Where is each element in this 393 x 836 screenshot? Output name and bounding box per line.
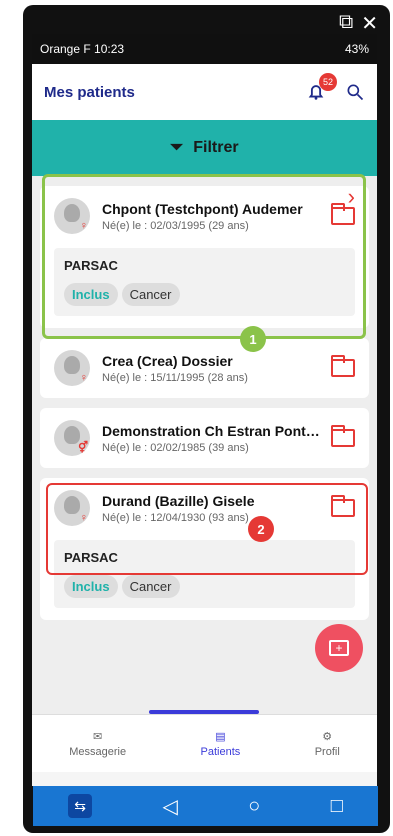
nav-profil[interactable]: ⚙ Profil <box>315 730 340 758</box>
back-icon[interactable]: ◁ <box>163 794 178 819</box>
external-window-icon[interactable]: ⧉ <box>339 11 353 36</box>
window-actions: ⧉ ✕ <box>339 11 378 36</box>
filter-label: Filtrer <box>193 139 239 156</box>
battery: 43% <box>344 42 369 56</box>
page-title: Mes patients <box>44 83 135 101</box>
birth-date: Né(e) le : 02/02/1985 (39 ans) <box>102 441 249 454</box>
document-icon: ▤ <box>215 730 226 743</box>
filter-button[interactable]: ⏷ Filtrer <box>32 120 377 176</box>
annotation-number-1: 1 <box>240 326 266 352</box>
bottom-navigation: ✉ Messagerie ▤ Patients ⚙ Profil <box>32 714 377 772</box>
remote-control-bar: ⇆ ◁ ○ □ <box>33 786 378 826</box>
search-icon[interactable] <box>345 82 365 102</box>
notification-badge: 52 <box>319 73 337 91</box>
home-icon[interactable]: ○ <box>248 795 260 818</box>
add-folder-icon: + <box>329 640 349 656</box>
mail-icon: ✉ <box>93 730 103 743</box>
birth-date: Né(e) le : 15/11/1995 (28 ans) <box>102 371 248 384</box>
phone-screen: Orange F 10:23 43% Mes patients 52 ⏷ Fil… <box>32 34 377 786</box>
folder-icon[interactable] <box>331 355 355 377</box>
annotation-box-red <box>46 483 368 575</box>
square-icon[interactable]: □ <box>331 795 343 818</box>
patient-card[interactable]: ⚥ Demonstration Ch Estran Pont… Né(e) le… <box>40 408 369 468</box>
patient-name: Crea (Crea) Dossier <box>102 352 233 369</box>
header-icons: 52 <box>305 73 365 103</box>
close-icon[interactable]: ✕ <box>361 11 378 36</box>
tag-inclus: Inclus <box>64 575 118 598</box>
annotation-box-green <box>42 174 366 339</box>
annotation-number-2: 2 <box>248 516 274 542</box>
filter-icon: ⏷ <box>170 139 184 156</box>
gear-icon: ⚙ <box>322 730 333 743</box>
system-navigation: ||| ○ ❮ <box>32 772 377 786</box>
app-header: Mes patients 52 <box>32 64 377 120</box>
notification-button[interactable]: 52 <box>305 73 337 103</box>
nav-messagerie[interactable]: ✉ Messagerie <box>69 730 126 758</box>
logo-icon[interactable]: ⇆ <box>68 794 93 818</box>
avatar: ⚥ <box>54 420 90 456</box>
folder-icon[interactable] <box>331 425 355 447</box>
carrier-time: Orange F 10:23 <box>40 42 125 56</box>
nav-patients[interactable]: ▤ Patients <box>201 730 241 758</box>
patient-name: Demonstration Ch Estran Pont… <box>102 422 320 439</box>
tag-cancer: Cancer <box>121 575 180 598</box>
patient-card[interactable]: ♀ Crea (Crea) Dossier Né(e) le : 15/11/1… <box>40 338 369 398</box>
add-folder-button[interactable]: + <box>315 624 363 672</box>
avatar: ♀ <box>54 350 90 386</box>
status-bar: Orange F 10:23 43% <box>32 34 377 64</box>
chevron-right-icon[interactable]: › <box>348 184 355 210</box>
